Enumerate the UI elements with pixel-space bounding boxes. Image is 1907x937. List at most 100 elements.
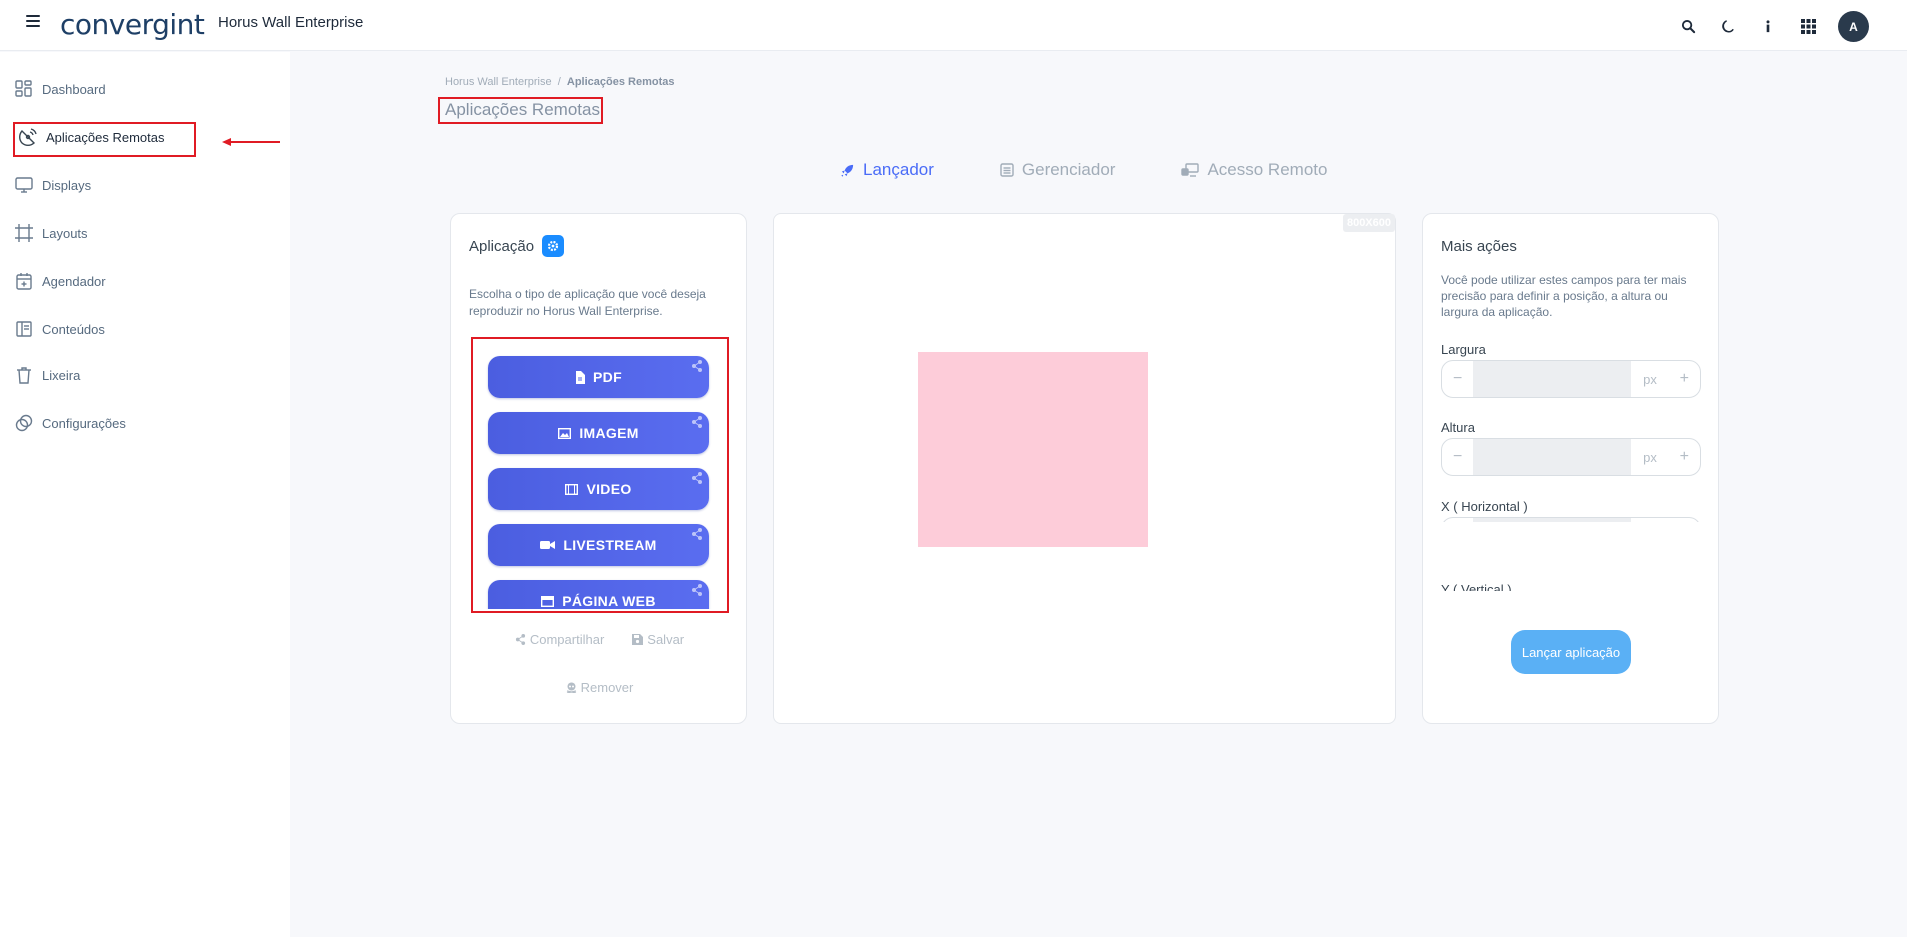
trash-icon [17, 367, 31, 384]
arrow-left-icon [222, 138, 280, 146]
tab-lancador[interactable]: Lançador [840, 160, 934, 180]
tab-acesso-remoto[interactable]: Acesso Remoto [1181, 160, 1327, 180]
sidebar-item-layouts[interactable]: Layouts [14, 222, 88, 244]
sidebar-item-label: Configurações [42, 415, 126, 431]
position-fields[interactable]: Largura − px + Altura − px + X ( Horizon… [1441, 342, 1703, 522]
avatar[interactable]: A [1838, 11, 1869, 42]
x-input[interactable] [1473, 518, 1632, 522]
brand-logo[interactable]: convergint [60, 8, 205, 41]
more-actions-title: Mais ações [1441, 238, 1517, 255]
sidebar-item-agendador[interactable]: Agendador [14, 270, 106, 292]
app-label: LIVESTREAM [563, 537, 657, 553]
sidebar-item-conteudos[interactable]: Conteúdos [14, 318, 105, 340]
x-stepper[interactable]: − px + [1441, 517, 1701, 522]
sidebar: Dashboard Aplicações Remotas Displays La… [0, 52, 290, 937]
app-type-list[interactable]: PDF IMAGEM VIDEO LIVESTREAM PÁGINA WEB [471, 337, 725, 609]
floppy-disk-icon [632, 634, 644, 645]
sidebar-item-label: Lixeira [42, 367, 81, 383]
width-label: Largura [1441, 342, 1486, 357]
apps-grid-icon[interactable] [1798, 17, 1818, 37]
remove-button[interactable]: Remover [566, 680, 633, 695]
tab-label: Acesso Remoto [1207, 160, 1328, 179]
list-icon [1000, 163, 1014, 177]
calendar-icon [16, 273, 32, 290]
y-label: Y ( Vertical ) [1441, 582, 1512, 591]
menu-icon[interactable] [26, 15, 40, 29]
rocket-icon [841, 164, 854, 177]
height-label: Altura [1441, 420, 1475, 435]
height-input[interactable] [1473, 439, 1632, 475]
info-icon[interactable] [1758, 17, 1778, 37]
tab-gerenciador[interactable]: Gerenciador [1000, 160, 1115, 180]
resolution-badge: 800X600 [1342, 214, 1395, 232]
card-actions-row-2: Remover [451, 680, 748, 695]
monitor-icon [15, 177, 33, 193]
share-icon [692, 472, 702, 484]
height-stepper[interactable]: − px + [1441, 438, 1701, 476]
share-icon [515, 634, 525, 645]
app-label: PDF [593, 369, 622, 385]
width-input[interactable] [1473, 361, 1632, 397]
app-livestream-button[interactable]: LIVESTREAM [488, 524, 709, 566]
search-icon[interactable] [1678, 17, 1698, 37]
save-button[interactable]: Salvar [632, 632, 684, 647]
app-pdf-button[interactable]: PDF [488, 356, 709, 398]
more-actions-description: Você pode utilizar estes campos para ter… [1441, 273, 1687, 319]
card-title: Aplicação [469, 235, 565, 257]
increment-button[interactable]: + [1669, 448, 1700, 466]
sidebar-item-label: Agendador [42, 273, 106, 289]
share-icon [692, 584, 702, 596]
sidebar-item-lixeira[interactable]: Lixeira [14, 364, 80, 386]
launch-application-button[interactable]: Lançar aplicação [1511, 630, 1631, 674]
brand-name: convergint [60, 8, 205, 41]
breadcrumb-root[interactable]: Horus Wall Enterprise [445, 76, 552, 88]
x-label: X ( Horizontal ) [1441, 499, 1528, 514]
highlight-sidebar-item [13, 122, 196, 157]
unit-label: px [1643, 371, 1657, 387]
app-name: Horus Wall Enterprise [218, 14, 364, 31]
app-label: IMAGEM [579, 425, 639, 441]
width-stepper[interactable]: − px + [1441, 360, 1701, 398]
app-video-button[interactable]: VIDEO [488, 468, 709, 510]
share-label: Compartilhar [529, 632, 605, 647]
sidebar-item-label: Displays [42, 177, 92, 193]
sidebar-item-label: Conteúdos [42, 321, 105, 337]
page-title: Aplicações Remotas [445, 100, 600, 119]
decrement-button[interactable]: − [1442, 370, 1473, 388]
application-card: Aplicação Escolha o tipo de aplicação qu… [450, 213, 747, 724]
share-icon [692, 416, 702, 428]
breadcrumb-current: Aplicações Remotas [566, 76, 675, 88]
crop-icon [15, 224, 33, 242]
share-icon [692, 360, 702, 372]
gear-icon[interactable] [542, 235, 565, 257]
remote-desktop-icon [1181, 162, 1200, 177]
more-actions-card: Mais ações Você pode utilizar estes camp… [1422, 213, 1719, 724]
sidebar-item-displays[interactable]: Displays [14, 174, 91, 196]
application-preview-box[interactable] [918, 352, 1148, 547]
tab-bar: Lançador Gerenciador Acesso Remoto [840, 160, 1327, 180]
preview-canvas[interactable]: 800X600 [773, 213, 1396, 724]
browser-icon [541, 595, 555, 607]
dashboard-icon [15, 80, 32, 97]
sidebar-item-dashboard[interactable]: Dashboard [14, 78, 106, 100]
layout-icon [16, 321, 32, 337]
top-bar: convergint Horus Wall Enterprise A [0, 0, 1907, 51]
skull-icon [566, 682, 576, 693]
top-icons: A [1678, 11, 1869, 42]
app-image-button[interactable]: IMAGEM [488, 412, 709, 454]
decrement-button[interactable]: − [1442, 448, 1473, 466]
app-webpage-button[interactable]: PÁGINA WEB [488, 580, 709, 609]
tab-label: Lançador [863, 160, 934, 179]
breadcrumb: Horus Wall Enterprise / Aplicações Remot… [445, 76, 675, 88]
video-camera-icon [540, 541, 556, 549]
sidebar-item-configuracoes[interactable]: Configurações [14, 412, 126, 434]
breadcrumb-separator: / [557, 76, 561, 88]
share-button[interactable]: Compartilhar [515, 632, 604, 647]
share-icon [692, 528, 702, 540]
sidebar-item-label: Dashboard [42, 81, 106, 97]
film-icon [565, 483, 579, 495]
sidebar-item-label: Layouts [42, 225, 88, 241]
moon-icon[interactable] [1718, 17, 1738, 37]
increment-button[interactable]: + [1669, 370, 1700, 388]
save-label: Salvar [647, 632, 685, 647]
